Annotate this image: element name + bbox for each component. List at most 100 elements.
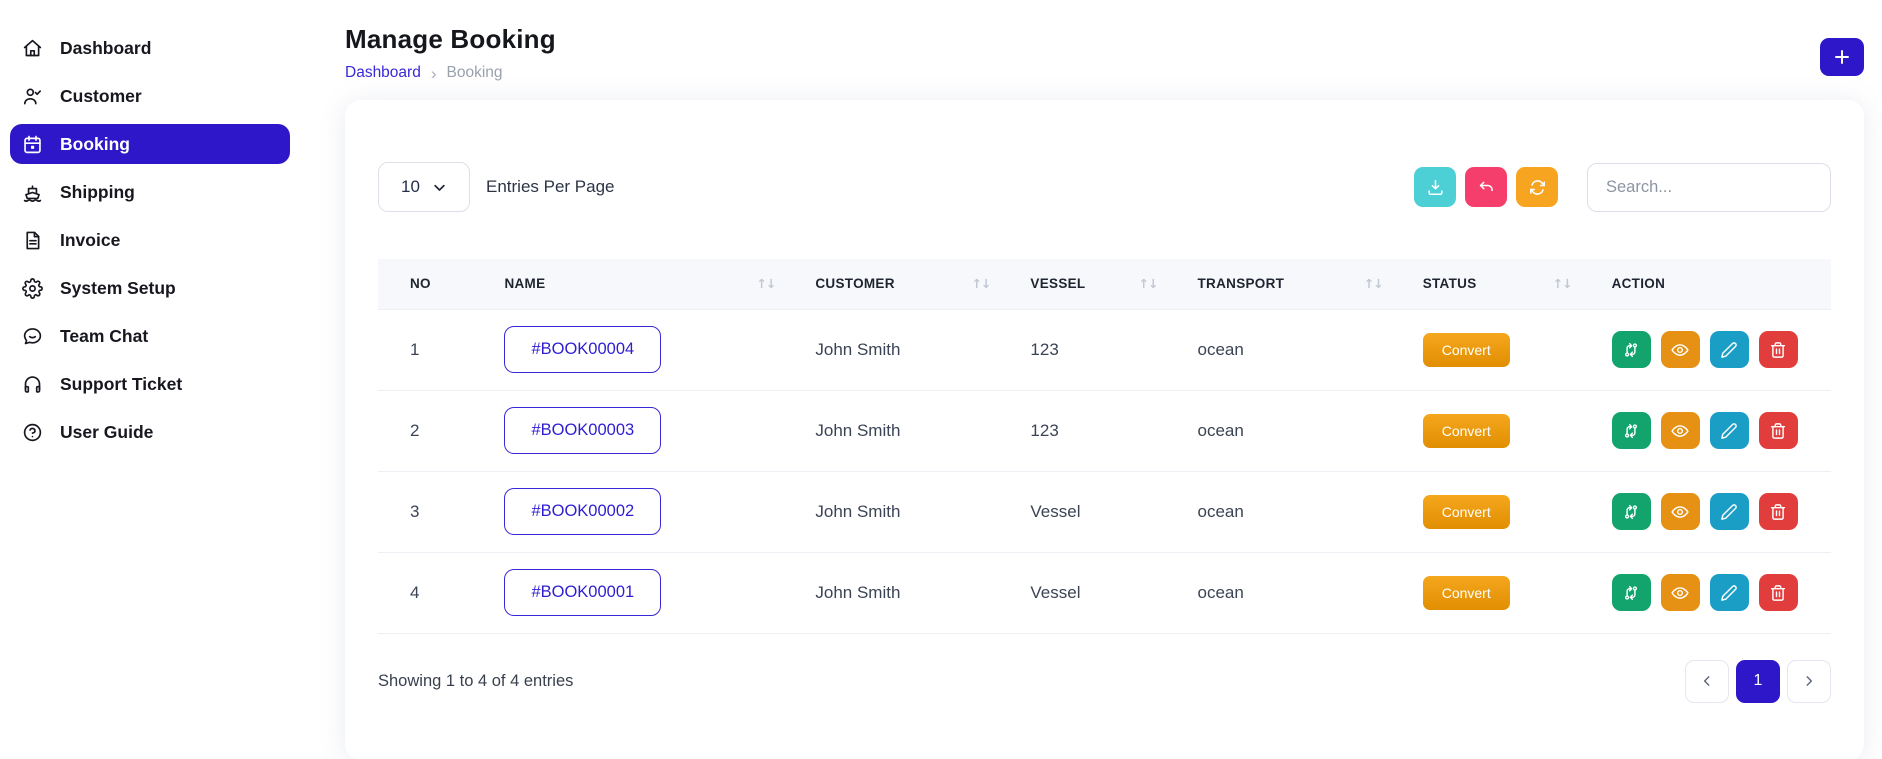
column-label: VESSEL	[1030, 276, 1086, 292]
sidebar-item-booking[interactable]: Booking	[10, 124, 290, 164]
pagination-next-button[interactable]	[1787, 659, 1831, 703]
convert-button[interactable]: Convert	[1422, 413, 1510, 448]
booking-id-button[interactable]: #BOOK00003	[504, 407, 662, 454]
trash-icon	[1769, 584, 1787, 602]
delete-button[interactable]	[1758, 412, 1798, 449]
table-toolbar: 10 Entries Per Page	[378, 162, 1831, 212]
convert-button[interactable]: Convert	[1422, 332, 1510, 367]
add-booking-button[interactable]	[1820, 38, 1864, 76]
cell-no: 4	[378, 552, 473, 634]
cell-status: Convert	[1390, 552, 1580, 634]
pagination-page-1[interactable]: 1	[1736, 659, 1780, 703]
delete-button[interactable]	[1758, 574, 1798, 611]
convert-button[interactable]: Convert	[1422, 575, 1510, 610]
home-icon	[22, 38, 43, 59]
undo-button[interactable]	[1465, 167, 1507, 207]
column-header-status[interactable]: STATUS ↑↓	[1390, 259, 1580, 310]
entries-per-page-control: 10 Entries Per Page	[378, 162, 615, 212]
refresh-button[interactable]	[1516, 167, 1558, 207]
table-row: 4 #BOOK00001 John Smith Vessel ocean Convert	[378, 552, 1831, 634]
sidebar-nav: Dashboard Customer Booking Shipping Invoice S…	[0, 28, 300, 452]
help-icon	[22, 422, 43, 443]
sidebar-item-customer[interactable]: Customer	[10, 76, 290, 116]
calendar-icon	[22, 134, 43, 155]
vessel-value: Vessel	[1030, 501, 1081, 521]
eye-icon	[1671, 341, 1689, 359]
swap-icon	[1622, 584, 1640, 602]
eye-icon	[1671, 584, 1689, 602]
column-label: ACTION	[1611, 276, 1666, 292]
cell-transport: ocean	[1165, 552, 1391, 634]
export-button[interactable]	[1414, 167, 1456, 207]
booking-id-button[interactable]: #BOOK00001	[504, 569, 662, 616]
view-button[interactable]	[1660, 412, 1700, 449]
booking-id-button[interactable]: #BOOK00004	[504, 326, 662, 373]
sort-icon[interactable]: ↑↓	[1364, 276, 1384, 291]
sidebar-item-shipping[interactable]: Shipping	[10, 172, 290, 212]
sidebar: Dashboard Customer Booking Shipping Invoice S…	[0, 0, 300, 759]
transfer-button[interactable]	[1611, 574, 1651, 611]
column-header-vessel[interactable]: VESSEL ↑↓	[998, 259, 1166, 310]
sidebar-item-user-guide[interactable]: User Guide	[10, 412, 290, 452]
swap-icon	[1622, 503, 1640, 521]
column-header-no: NO	[378, 259, 473, 310]
delete-button[interactable]	[1758, 493, 1798, 530]
entries-per-page-select[interactable]: 10	[378, 162, 470, 212]
booking-table: NO NAME ↑↓ CUSTOMER ↑↓ VESSEL ↑↓ TRANSPORT ↑↓ STA…	[378, 259, 1831, 634]
view-button[interactable]	[1660, 493, 1700, 530]
cell-actions	[1579, 390, 1831, 472]
transfer-button[interactable]	[1611, 412, 1651, 449]
chevron-right-icon: ›	[430, 63, 437, 83]
view-button[interactable]	[1660, 574, 1700, 611]
sidebar-item-team-chat[interactable]: Team Chat	[10, 316, 290, 356]
trash-icon	[1769, 503, 1787, 521]
table-footer: Showing 1 to 4 of 4 entries 1	[378, 659, 1831, 703]
gear-icon	[22, 277, 43, 299]
cell-name: #BOOK00004	[472, 309, 784, 391]
sidebar-item-system-setup[interactable]: System Setup	[10, 268, 290, 308]
vessel-value: Vessel	[1030, 582, 1081, 602]
swap-icon	[1622, 341, 1640, 359]
edit-button[interactable]	[1709, 574, 1749, 611]
sort-icon[interactable]: ↑↓	[1139, 276, 1159, 291]
vessel-value: 123	[1030, 420, 1059, 440]
page-heading-block: Manage Booking Dashboard › Booking	[345, 24, 556, 82]
cell-transport: ocean	[1165, 309, 1391, 391]
sidebar-item-dashboard[interactable]: Dashboard	[10, 28, 290, 68]
sidebar-item-label: Booking	[60, 133, 130, 154]
cell-vessel: Vessel	[998, 471, 1166, 553]
convert-button[interactable]: Convert	[1422, 494, 1510, 529]
edit-button[interactable]	[1709, 331, 1749, 368]
column-header-transport[interactable]: TRANSPORT ↑↓	[1165, 259, 1391, 310]
transfer-button[interactable]	[1611, 493, 1651, 530]
sidebar-item-label: System Setup	[60, 277, 176, 298]
edit-button[interactable]	[1709, 493, 1749, 530]
sort-icon[interactable]: ↑↓	[756, 276, 776, 291]
toolbar-actions	[1414, 162, 1831, 212]
customer-name: John Smith	[815, 339, 901, 359]
transfer-button[interactable]	[1611, 331, 1651, 368]
view-button[interactable]	[1660, 331, 1700, 368]
trash-icon	[1769, 341, 1787, 359]
sidebar-item-invoice[interactable]: Invoice	[10, 220, 290, 260]
eye-icon	[1671, 422, 1689, 440]
column-header-customer[interactable]: CUSTOMER ↑↓	[783, 259, 999, 310]
sidebar-item-support-ticket[interactable]: Support Ticket	[10, 364, 290, 404]
sort-icon[interactable]: ↑↓	[1553, 276, 1573, 291]
transport-value: ocean	[1197, 501, 1244, 521]
invoice-icon	[22, 230, 43, 251]
search-input[interactable]	[1587, 162, 1831, 212]
booking-id-button[interactable]: #BOOK00002	[504, 488, 662, 535]
pagination-prev-button[interactable]	[1685, 659, 1729, 703]
transport-value: ocean	[1197, 582, 1244, 602]
sort-icon[interactable]: ↑↓	[971, 276, 991, 291]
app-window: Dashboard Customer Booking Shipping Invoice S…	[0, 0, 1882, 759]
breadcrumb-dashboard-link[interactable]: Dashboard	[345, 64, 421, 82]
cell-name: #BOOK00001	[472, 552, 784, 634]
edit-button[interactable]	[1709, 412, 1749, 449]
main-content: Manage Booking Dashboard › Booking 10 En…	[300, 0, 1882, 759]
column-header-name[interactable]: NAME ↑↓	[472, 259, 784, 310]
column-label: NAME	[504, 276, 546, 292]
delete-button[interactable]	[1758, 331, 1798, 368]
breadcrumb: Dashboard › Booking	[345, 64, 556, 82]
